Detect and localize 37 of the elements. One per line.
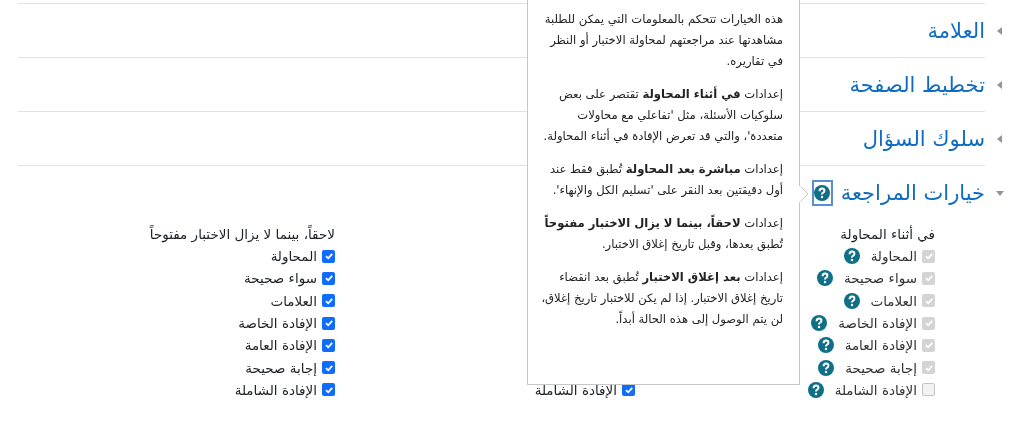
checkbox-label: الإفادة العامة — [244, 337, 317, 354]
checkbox-label: المحاولة — [270, 248, 317, 265]
checkbox-label: سواء صحيحة — [244, 270, 317, 287]
help-button[interactable] — [811, 179, 833, 206]
checkbox[interactable] — [322, 271, 335, 285]
checkbox-label: المحاولة — [870, 248, 917, 265]
caret-left-icon[interactable] — [995, 133, 1005, 144]
help-text: إعدادات لاحقاً، بينما لا يزال الاختبار مفتوحاً تُطبق بعدها، وقبل تاريخ إغلاق الاختبار. — [543, 213, 783, 254]
checkbox[interactable] — [322, 361, 335, 375]
checkbox-label: الإفادة الخاصة — [838, 315, 917, 332]
checkbox-label: الإفادة العامة — [844, 337, 917, 354]
checkbox-label: الإفادة الشاملة — [834, 381, 917, 398]
checkbox[interactable] — [322, 383, 335, 397]
checkbox-label: العلامات — [270, 292, 317, 309]
caret-left-icon[interactable] — [995, 25, 1005, 36]
checkbox-label: سواء صحيحة — [844, 270, 917, 287]
checkbox-label: الإفادة الشاملة — [234, 381, 317, 398]
checkbox[interactable] — [322, 249, 335, 263]
section-heading[interactable]: تخطيط الصفحة — [849, 72, 985, 97]
help-text: إعدادات بعد إغلاق الاختبار تُطبق بعد انقضاء تاريخ إغلاق الاختبار. إذا لم يكن للاختبار تاريخ إغلاق، لن يتم الوصول إلى هذه الحالة أبداً. — [540, 269, 783, 328]
section-heading[interactable]: سلوك السؤال — [862, 126, 985, 151]
checkbox-label: إجابة صحيحة — [845, 359, 917, 376]
checkbox[interactable] — [322, 294, 335, 308]
checkbox-label: إجابة صحيحة — [245, 359, 317, 376]
checkbox-label: الإفادة الخاصة — [238, 315, 317, 332]
help-text: إعدادات مباشرة بعد المحاولة تُطبق فقط عند أول دقيقتين بعد النقر على 'تسليم الكل والإنهاء'. — [548, 161, 783, 199]
help-text: إعدادات في أثناء المحاولة تقتصر على بعض سلوكيات الأسئلة، مثل 'تفاعلي مع محاولات متعددة'، والتي قد تعرض الإفادة في أثناء المحاولة. — [542, 85, 783, 146]
section-heading[interactable]: العلامة — [927, 18, 985, 43]
checkbox[interactable] — [322, 338, 335, 352]
checkbox[interactable] — [322, 316, 335, 330]
checkbox-label: الإفادة الشاملة — [534, 381, 617, 398]
help-text: هذه الخيارات تتحكم بالمعلومات التي يمكن للطلبة مشاهدتها عند مراجعتهم لمحاولة الاختبار أو النظر في تقاريره. — [543, 11, 783, 70]
column-heading: لاحقاً، بينما لا يزال الاختبار مفتوحاً — [149, 224, 335, 245]
column-heading: في أثناء المحاولة — [840, 224, 935, 245]
caret-left-icon[interactable] — [995, 79, 1005, 90]
section-heading[interactable]: خيارات المراجعة — [840, 180, 985, 205]
checkbox-label: العلامات — [870, 292, 917, 309]
